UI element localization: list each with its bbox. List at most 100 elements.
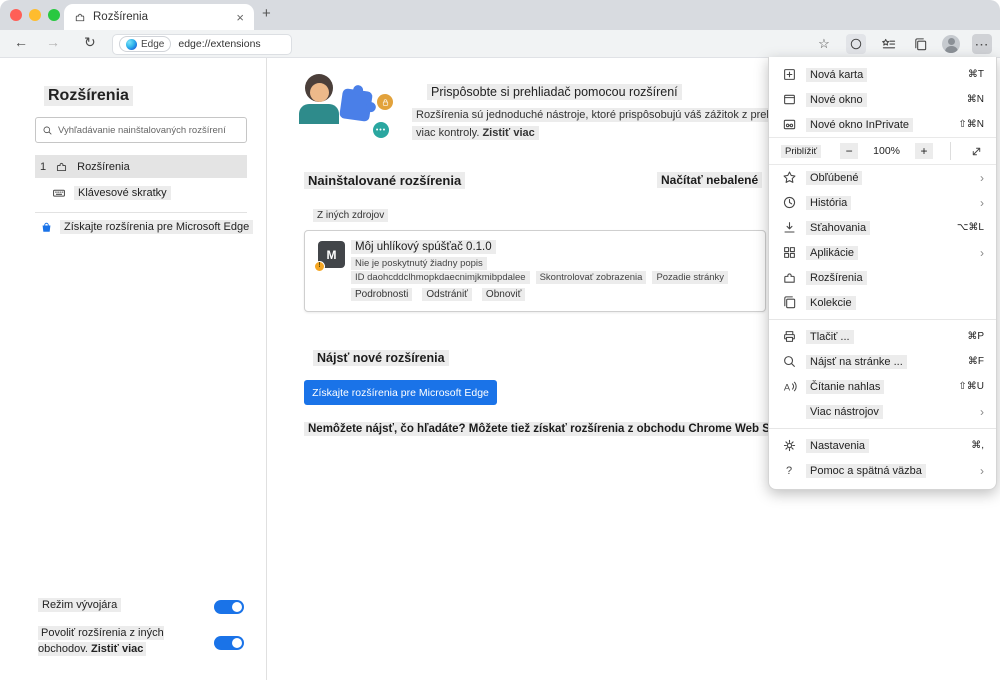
tab-title: Rozšírenia [93,11,148,23]
chevron-right-icon: › [980,463,984,478]
source-section-label: Z iných zdrojov [313,209,389,222]
reload-button[interactable]: Obnoviť [481,288,526,301]
history-icon [781,195,797,211]
menu-shortcut: ⇧⌘U [958,381,984,392]
back-icon[interactable]: ← [14,34,28,50]
browser-tab[interactable]: Rozšírenia × [64,4,254,30]
menu-separator [769,319,996,320]
menu-item-help-feedback[interactable]: ? Pomoc a spätná väzba › [769,458,996,483]
gear-icon [781,438,797,454]
menu-item-label: Pomoc a spätná väzba [806,463,926,478]
menu-item-read-aloud[interactable]: A Čítanie nahlas ⇧⌘U [769,374,996,399]
sidebar-item-extensions[interactable]: 1 Rozšírenia [35,155,247,178]
store-bag-icon [42,222,51,232]
fullscreen-icon[interactable] [968,143,984,159]
download-icon [781,220,797,236]
menu-zoom-row: Priblížiť − 100% + [769,137,996,165]
minimize-window-button[interactable] [29,9,41,21]
developer-mode-label: Režim vývojára [38,598,122,612]
extension-id: ID daohcddclhmopkdaecnimjkmibpdalee [351,271,530,284]
forward-icon[interactable]: → [46,34,60,50]
close-window-button[interactable] [10,9,22,21]
menu-shortcut: ⌘N [966,94,984,105]
menu-item-more-tools[interactable]: Viac nástrojov › [769,399,996,424]
get-extensions-button[interactable]: Získajte rozšírenia pre Microsoft Edge [304,380,497,405]
sidebar-item-shortcuts[interactable]: Klávesové skratky [52,186,171,200]
extension-icon: M ! [314,241,345,272]
search-box[interactable] [35,117,247,143]
zoom-in-button[interactable]: + [915,143,933,159]
site-chip[interactable]: Edge [119,36,172,52]
menu-item-new-inprivate-window[interactable]: Nové okno InPrivate ⇧⌘N [769,112,996,137]
edge-logo-icon [126,38,137,50]
menu-item-print[interactable]: Tlačiť ... ⌘P [769,324,996,349]
menu-shortcut: ⇧⌘N [958,119,984,130]
new-window-icon [781,92,797,108]
menu-shortcut: ⌘, [971,440,984,451]
menu-item-label: Tlačiť ... [806,329,854,344]
zoom-level: 100% [873,145,900,157]
menu-item-label: Nové okno InPrivate [806,117,914,132]
menu-item-new-window[interactable]: Nové okno ⌘N [769,87,996,112]
titlebar: Rozšírenia × + [0,0,1000,30]
chrome-store-note: Nemôžete nájsť, čo hľadáte? Môžete tiež … [304,422,796,436]
menu-item-label: Čítanie nahlas [806,379,885,394]
menu-item-downloads[interactable]: Sťahovania ⌥⌘L [769,215,996,240]
shield-icon[interactable] [846,34,866,54]
tab-close-icon[interactable]: × [236,10,244,25]
new-tab-icon [781,67,797,83]
address-bar[interactable]: Edge edge://extensions [112,33,292,55]
zoom-label: Priblížiť [781,144,822,158]
url-text[interactable]: edge://extensions [178,38,260,50]
menu-item-favorites[interactable]: Obľúbené › [769,165,996,190]
menu-item-find-on-page[interactable]: Nájsť na stránke ... ⌘F [769,349,996,374]
menu-item-label: Viac nástrojov [806,404,883,419]
menu-item-settings[interactable]: Nastavenia ⌘, [769,433,996,458]
sidebar-item-get-extensions[interactable]: Získajte rozšírenia pre Microsoft Edge [40,220,254,234]
hero-learn-more-link[interactable]: Zistiť viac [482,127,534,139]
menu-item-label: Kolekcie [806,295,856,310]
favorites-bar-icon[interactable] [878,34,898,54]
sidebar-item-label: Získajte rozšírenia pre Microsoft Edge [60,220,254,234]
menu-item-label: Obľúbené [806,170,863,185]
help-icon: ? [785,464,793,477]
chevron-right-icon: › [980,170,984,185]
refresh-icon[interactable]: ↻ [84,34,96,51]
menu-item-history[interactable]: História › [769,190,996,215]
allow-other-stores-label: Povoliť rozšírenia z iných obchodov. Zis… [38,625,210,657]
background-page-link[interactable]: Pozadie stránky [652,271,729,284]
details-button[interactable]: Podrobnosti [351,288,413,301]
menu-item-collections[interactable]: Kolekcie [769,290,996,315]
lock-icon [377,94,393,110]
maximize-window-button[interactable] [48,9,60,21]
chevron-right-icon: › [980,404,984,419]
hero-title: Prispôsobte si prehliadač pomocou rozšír… [427,84,682,100]
menu-item-label: Nové okno [806,92,867,107]
menu-item-extensions[interactable]: Rozšírenia [769,265,996,290]
new-tab-button[interactable]: + [262,5,271,22]
chevron-right-icon: › [980,195,984,210]
menu-item-label: Rozšírenia [806,270,867,285]
find-new-heading: Nájsť nové rozšírenia [313,350,449,366]
developer-mode-toggle[interactable] [214,600,244,614]
apps-grid-icon [781,245,797,261]
hero-line2: viac kontroly. [416,127,480,139]
puzzle-illustration [339,88,373,122]
zoom-out-button[interactable]: − [840,143,859,159]
inspect-views-link[interactable]: Skontrolovať zobrazenia [535,271,647,284]
menu-item-apps[interactable]: Aplikácie › [769,240,996,265]
collections-icon[interactable] [910,34,930,54]
menu-item-new-tab[interactable]: Nová karta ⌘T [769,62,996,87]
favorite-star-icon[interactable]: ☆ [814,34,834,54]
remove-button[interactable]: Odstrániť [422,288,472,301]
menu-item-label: História [806,195,852,210]
warning-badge-icon: ! [314,261,325,272]
search-input[interactable] [58,124,240,136]
settings-menu-button[interactable]: ⋯ [972,34,992,54]
allow-other-stores-toggle[interactable] [214,636,244,650]
load-unpacked-button[interactable]: Načítať nebalené [657,172,763,188]
nav-index: 1 [40,160,47,173]
learn-more-link[interactable]: Zistiť viac [91,643,143,655]
profile-avatar[interactable] [942,35,960,53]
sidebar-item-label: Klávesové skratky [74,186,171,200]
